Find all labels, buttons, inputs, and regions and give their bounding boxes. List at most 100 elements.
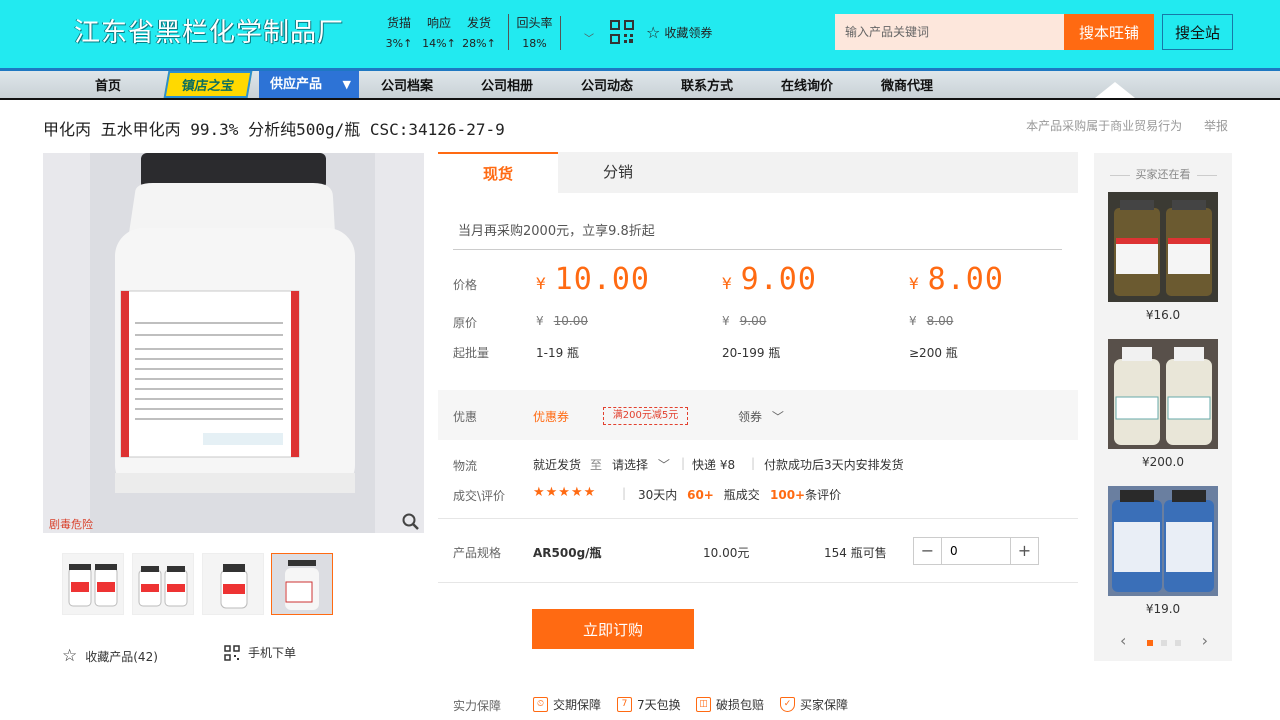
search-input[interactable] [835,14,1064,50]
pager-dot[interactable] [1161,640,1167,646]
moq-tier-3: ≥200 瓶 [909,346,958,360]
recommend-image-3[interactable] [1108,486,1218,596]
seven-day-icon: 7 [617,697,632,712]
price-tier-3: ¥8.00 [909,262,1004,297]
guarantee-buyer[interactable]: ✓ 买家保障 [780,696,848,713]
shield-icon: ✓ [780,697,795,712]
purchase-tabs: 现货 分销 [438,152,1078,193]
product-title: 甲化丙 五水甲化丙 99.3% 分析纯500g/瓶 CSC:34126-27-9 [43,120,505,139]
mobile-order-label: 手机下单 [248,646,297,660]
zoom-icon[interactable] [401,512,421,532]
guarantee-delivery[interactable]: ⏲ 交期保障 [533,696,601,713]
recommend-image-1[interactable] [1108,192,1218,302]
spec-label: 产品规格 [453,546,502,560]
moq-tier-2: 20-199 瓶 [722,346,781,360]
nav-supply-label: 供应产品 [270,77,323,92]
shop-header: 江东省黑栏化学制品厂 货描 3%↑ 响应 14%↑ 发货 28%↑ 回头率 18… [0,0,1280,68]
stat-value: 28%↑ [462,37,496,50]
original-price-tier-1: ¥10.00 [536,314,588,328]
currency-symbol: ¥ [909,314,917,328]
ship-from: 就近发货 [533,458,582,472]
nav-agent[interactable]: 微商代理 [881,75,933,94]
guarantee-damage[interactable]: ◫ 破损包赔 [696,696,764,713]
favorite-shop-button[interactable]: ☆ 收藏领券 [646,23,712,42]
qr-code-icon [224,644,240,661]
guarantee-item-label: 买家保障 [800,698,849,712]
stat-description: 货描 3%↑ [380,14,418,50]
nav-pointer [1095,82,1135,98]
coupon-label: 优惠 [453,410,478,424]
get-coupon-label: 领券 [738,410,763,424]
search-all-button[interactable]: 搜全站 [1162,14,1233,50]
thumbnail-image [203,554,263,614]
stat-label: 发货 [466,16,491,30]
currency-symbol: ¥ [536,274,547,293]
nav-company-news[interactable]: 公司动态 [581,75,633,94]
thumbnail-1[interactable] [62,553,124,615]
favorite-product-label: 收藏产品(42) [85,649,158,664]
quantity-input[interactable] [941,538,1011,564]
thumbnail-2[interactable] [132,553,194,615]
express-fee: 快递 ¥8 [692,458,736,472]
increment-button[interactable]: + [1011,538,1038,564]
nav-home[interactable]: 首页 [95,75,121,94]
thumbnail-4[interactable] [271,553,333,615]
nav-contact[interactable]: 联系方式 [681,75,733,94]
thumbnail-3[interactable] [202,553,264,615]
nav-badge[interactable]: 镇店之宝 [163,71,253,98]
price-label: 价格 [453,278,478,292]
nav-company-album[interactable]: 公司相册 [481,75,533,94]
search-shop-button[interactable]: 搜本旺铺 [1064,14,1154,50]
pager-dot[interactable] [1147,640,1153,646]
review-count: 100+ [770,488,806,502]
shop-stats: 货描 3%↑ 响应 14%↑ 发货 28%↑ 回头率 18% [380,14,556,50]
nav-supply-products[interactable]: 供应产品 ▼ [259,71,359,98]
original-price-label: 原价 [453,316,478,330]
stat-value: 14%↑ [422,37,456,50]
stat-label: 响应 [426,16,451,30]
shipping-note: 付款成功后3天内安排发货 [764,458,904,472]
recommend-price-3: ¥19.0 [1145,602,1181,616]
favorite-product-button[interactable]: ☆ 收藏产品(42) [62,646,158,666]
price-value: 10.00 [554,262,650,297]
mobile-order-button[interactable]: 手机下单 [224,644,296,661]
clock-icon: ⏲ [533,697,548,712]
qr-code-icon[interactable] [610,20,634,44]
review-summary[interactable]: 100+条评价 [770,486,841,503]
trade-notice-link[interactable]: 本产品采购属于商业贸易行为 [1026,119,1182,133]
stat-shipping: 发货 28%↑ [460,14,498,50]
main-product-image[interactable] [43,153,424,533]
original-price-tier-3: ¥8.00 [909,314,953,328]
nav-company-profile[interactable]: 公司档案 [381,75,433,94]
price-tier-1: ¥10.00 [536,262,650,297]
guarantee-item-label: 破损包赔 [716,698,765,712]
thumbnail-image [63,554,123,614]
chevron-left-icon[interactable]: ‹ [1120,631,1126,650]
shop-name[interactable]: 江东省黑栏化学制品厂 [74,12,344,49]
original-price-tier-2: ¥9.00 [722,314,766,328]
recommend-image-2[interactable] [1108,339,1218,449]
favorite-shop-label: 收藏领券 [664,26,713,40]
buy-now-button[interactable]: 立即订购 [532,609,694,649]
currency-symbol: ¥ [722,314,730,328]
sidebar-pager: ‹ › [1120,631,1208,650]
tab-in-stock[interactable]: 现货 [438,152,558,193]
price-value: 9.00 [740,262,817,297]
deal-period: 30天内 [638,488,678,502]
tab-distribution[interactable]: 分销 [558,152,678,193]
stat-value: 18% [522,37,547,50]
moq-tier-1: 1-19 瓶 [536,346,580,360]
pager-dot[interactable] [1175,640,1181,646]
pager-dots [1143,631,1185,650]
spec-stock: 154 瓶可售 [824,546,887,560]
chevron-right-icon[interactable]: › [1202,631,1208,650]
deal-count: 60+ [687,488,714,502]
decrement-button[interactable]: − [914,538,941,564]
destination-select[interactable]: 请选择 ﹀ [612,456,670,473]
coupon-tag[interactable]: 满200元减5元 [603,407,688,425]
get-coupon-button[interactable]: 领券 ﹀ [738,408,784,425]
nav-inquiry[interactable]: 在线询价 [781,75,833,94]
chevron-down-icon[interactable]: ﹀ [584,30,594,45]
guarantee-exchange[interactable]: 7 7天包换 [617,696,681,713]
report-link[interactable]: 举报 [1204,119,1228,133]
